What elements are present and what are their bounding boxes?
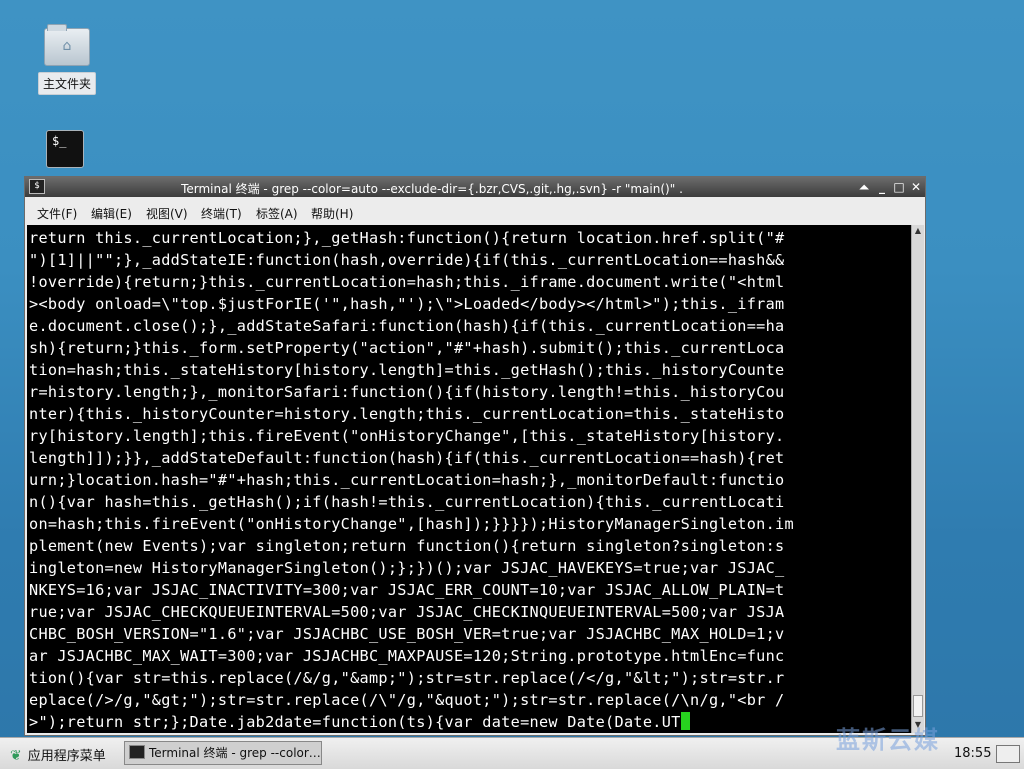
scrollbar-thumb[interactable] [913, 695, 923, 717]
menu-help[interactable]: 帮助(H) [311, 205, 353, 222]
terminal-line: r=history.length;},_monitorSafari:functi… [29, 383, 785, 401]
terminal-line: return this._currentLocation;},_getHash:… [29, 229, 785, 247]
terminal-line: ingleton=new HistoryManagerSingleton();}… [29, 559, 785, 577]
menu-terminal[interactable]: 终端(T) [201, 205, 242, 222]
home-folder-label: 主文件夹 [37, 72, 96, 95]
terminal-line: length]]);}},_addStateDefault:function(h… [29, 449, 785, 467]
terminal-task-icon [129, 745, 145, 759]
terminal-line: ><body onload=\"top.$justForIE('",hash,"… [29, 295, 785, 313]
terminal-line: tion=hash;this._stateHistory[history.len… [29, 361, 785, 379]
terminal-line: urn;}location.hash="#"+hash;this._curren… [29, 471, 785, 489]
terminal-desktop-icon[interactable]: $_ [46, 130, 86, 170]
app-menu-label: 应用程序菜单 [27, 749, 106, 764]
app-menu-icon: ❦ [10, 748, 22, 764]
terminal-line: ry[history.length];this.fireEvent("onHis… [29, 427, 785, 445]
terminal-line: rue;var JSJAC_CHECKQUEUEINTERVAL=500;var… [29, 603, 785, 621]
menu-edit[interactable]: 编辑(E) [91, 205, 132, 222]
terminal-line: e.document.close();},_addStateSafari:fun… [29, 317, 785, 335]
close-button[interactable]: ✕ [909, 180, 923, 194]
menu-file[interactable]: 文件(F) [37, 205, 77, 222]
terminal-line: plement(new Events);var singleton;return… [29, 537, 785, 555]
tray-display-icon[interactable] [996, 745, 1020, 763]
clock[interactable]: 18:55 [954, 746, 991, 761]
terminal-window-icon[interactable]: $ [29, 179, 45, 194]
terminal-line: CHBC_BOSH_VERSION="1.6";var JSJACHBC_USE… [29, 625, 785, 643]
terminal-line: eplace(/>/g,"&gt;");str=str.replace(/\"/… [29, 691, 785, 709]
terminal-line: NKEYS=16;var JSJAC_INACTIVITY=300;var JS… [29, 581, 785, 599]
terminal-line: tion(){var str=this.replace(/&/g,"&amp;"… [29, 669, 785, 687]
task-label: Terminal 终端 - grep --color… [149, 746, 321, 760]
window-titlebar[interactable]: $ Terminal 终端 - grep --color=auto --excl… [25, 177, 925, 197]
menubar: 文件(F) 编辑(E) 视图(V) 终端(T) 标签(A) 帮助(H) [25, 197, 925, 223]
terminal-line: nter){this._historyCounter=history.lengt… [29, 405, 785, 423]
terminal-text: return this._currentLocation;},_getHash:… [27, 225, 911, 733]
applications-menu-button[interactable]: ❦ 应用程序菜单 [10, 745, 106, 764]
home-icon: ⌂ [62, 38, 72, 54]
shade-button[interactable]: ⏶ [857, 180, 871, 194]
terminal-line: ")[1]||"";},_addStateIE:function(hash,ov… [29, 251, 785, 269]
home-folder-desktop-icon[interactable]: ⌂ 主文件夹 [36, 24, 98, 95]
terminal-window: $ Terminal 终端 - grep --color=auto --excl… [24, 176, 926, 736]
taskbar-terminal-item[interactable]: Terminal 终端 - grep --color… [124, 741, 322, 765]
scroll-up-icon[interactable]: ▲ [912, 225, 924, 237]
menu-tabs[interactable]: 标签(A) [256, 205, 298, 222]
terminal-icon: $_ [46, 130, 84, 168]
folder-icon: ⌂ [44, 24, 90, 66]
terminal-scrollbar[interactable]: ▲ ▼ [911, 225, 924, 733]
terminal-line: !override){return;}this._currentLocation… [29, 273, 785, 291]
terminal-output[interactable]: return this._currentLocation;},_getHash:… [27, 225, 911, 733]
maximize-button[interactable]: □ [892, 180, 906, 194]
watermark-logo: 蓝斯云媒 [836, 726, 940, 754]
window-title: Terminal 终端 - grep --color=auto --exclud… [181, 182, 683, 196]
terminal-cursor [680, 712, 690, 730]
terminal-line: on=hash;this.fireEvent("onHistoryChange"… [29, 515, 794, 533]
terminal-line: ar JSJACHBC_MAX_WAIT=300;var JSJACHBC_MA… [29, 647, 785, 665]
terminal-line: n(){var hash=this._getHash();if(hash!=th… [29, 493, 785, 511]
minimize-button[interactable]: _ [875, 180, 889, 194]
menu-view[interactable]: 视图(V) [146, 205, 188, 222]
terminal-line: >");return str;};Date.jab2date=function(… [29, 713, 681, 731]
terminal-line: sh){return;}this._form.setProperty("acti… [29, 339, 785, 357]
